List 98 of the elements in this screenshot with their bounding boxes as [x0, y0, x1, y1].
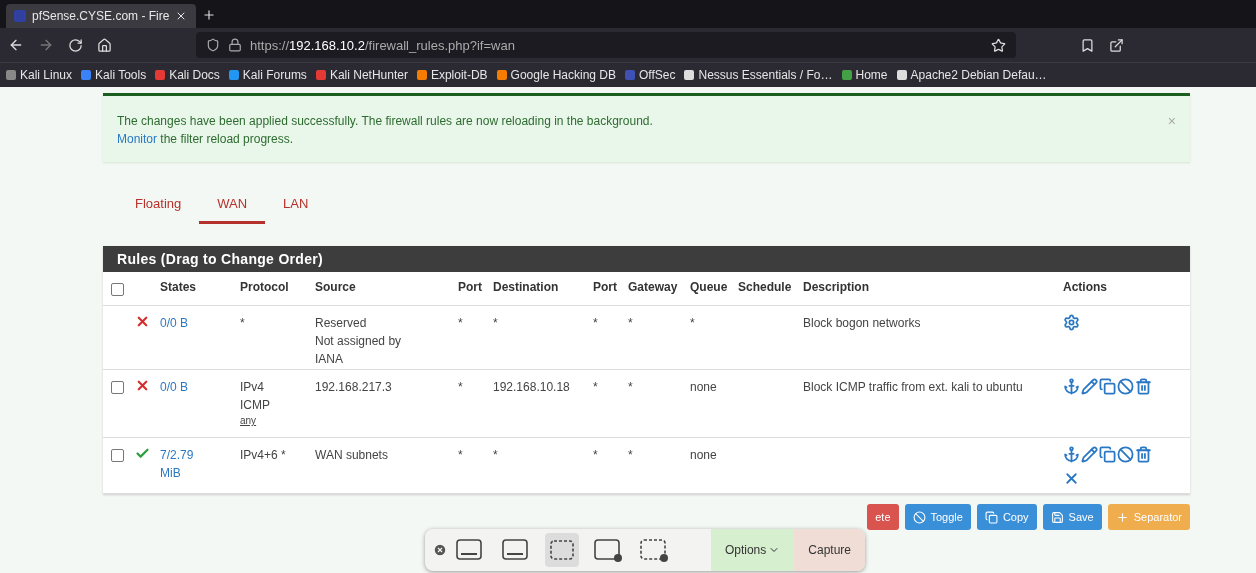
table-cell-text: Block bogon networks: [803, 315, 922, 332]
table-cell-text: *: [628, 447, 634, 464]
table-cell-text: *: [493, 315, 499, 332]
ban-icon: [912, 510, 926, 524]
table-cell-text: Not assigned by: [315, 333, 402, 350]
bookmark-link[interactable]: Home: [841, 68, 888, 82]
column-header: Actions: [1063, 280, 1108, 296]
table-cell-text: IPv4+6 *: [240, 447, 286, 464]
back-icon[interactable]: [8, 37, 24, 53]
record-screen-icon[interactable]: [593, 537, 623, 563]
bookmark-link[interactable]: Nessus Essentials / Fo…: [684, 68, 833, 82]
table-cell-text: *: [593, 315, 599, 332]
table-cell-text: IPv4: [240, 379, 264, 396]
table-cell-text: IANA: [315, 351, 343, 368]
bookmark-link[interactable]: Google Hacking DB: [496, 68, 616, 82]
bookmark-link[interactable]: Apache2 Debian Defau…: [896, 68, 1047, 82]
bookmark-link[interactable]: OffSec: [625, 68, 676, 82]
column-header: Queue: [690, 280, 729, 296]
lock-icon: [228, 38, 242, 52]
table-cell-text: Reserved: [315, 315, 367, 332]
states-link[interactable]: 0/0 B: [160, 378, 210, 437]
ban-icon[interactable]: [1117, 446, 1134, 463]
anchor-icon[interactable]: [1063, 446, 1080, 463]
table-cell-text: *: [628, 379, 634, 396]
table-cell-text: *: [493, 447, 499, 464]
bookmark-link[interactable]: Kali Forums: [228, 68, 307, 82]
delete-button[interactable]: ete: [867, 504, 899, 530]
table-cell-text: *: [458, 379, 464, 396]
address-bar[interactable]: https://192.168.10.2/firewall_rules.php?if=wan: [196, 32, 1016, 58]
monitor-link[interactable]: Monitor: [117, 132, 157, 146]
window-icon[interactable]: [501, 537, 531, 563]
interface-tab[interactable]: Floating: [117, 190, 200, 224]
table-cell-text: *: [458, 447, 464, 464]
column-header: Description: [803, 280, 870, 296]
table-cell-text: *: [593, 447, 599, 464]
copy-icon[interactable]: [1099, 378, 1116, 395]
states-link[interactable]: 7/2.79 MiB: [160, 446, 210, 493]
column-header: Port: [458, 280, 483, 296]
table-cell-text: none: [690, 379, 718, 396]
column-header: Schedule: [738, 280, 793, 296]
column-header: States: [160, 280, 198, 296]
table-cell-text: none: [690, 447, 718, 464]
column-header: Port: [593, 280, 618, 296]
table-cell-text: WAN subnets: [315, 447, 388, 464]
forward-icon[interactable]: [38, 37, 54, 53]
settings-icon[interactable]: [1063, 314, 1080, 331]
column-header: Source: [315, 280, 357, 296]
table-cell-text: 192.168.217.3: [315, 379, 392, 396]
column-header: Gateway: [628, 280, 679, 296]
row-checkbox[interactable]: [111, 449, 124, 462]
bookmark-link[interactable]: Exploit-DB: [416, 68, 488, 82]
table-cell-text: Block ICMP traffic from ext. kali to ubuntu: [803, 379, 1024, 396]
select-all-checkbox[interactable]: [111, 283, 124, 296]
bookmark-link[interactable]: Kali NetHunter: [315, 68, 408, 82]
bookmark-link[interactable]: Kali Linux: [6, 68, 73, 82]
options-button[interactable]: Options: [710, 529, 795, 571]
anchor-icon[interactable]: [1063, 378, 1080, 395]
new-tab-icon[interactable]: [202, 8, 216, 22]
reload-icon[interactable]: [68, 37, 83, 53]
capture-button[interactable]: Capture: [794, 529, 865, 571]
selection-button[interactable]: [545, 533, 579, 567]
plus-icon: [1115, 510, 1129, 524]
pencil-icon[interactable]: [1081, 446, 1098, 463]
copy-icon[interactable]: [1099, 446, 1116, 463]
close-icon[interactable]: [433, 543, 447, 557]
panel-title: Rules (Drag to Change Order): [103, 246, 1190, 272]
record-selection-icon[interactable]: [639, 537, 669, 563]
screen-icon[interactable]: [455, 537, 485, 563]
table-cell-text: *: [628, 315, 634, 332]
share-icon[interactable]: [1109, 37, 1124, 53]
pencil-icon[interactable]: [1081, 378, 1098, 395]
table-cell-text: ICMP: [240, 397, 270, 414]
star-icon[interactable]: [991, 37, 1006, 53]
alert-message: The changes have been applied successfully. The firewall rules are now reloading in the background. Monitor the filter reload progress.: [117, 113, 653, 148]
column-header: Destination: [493, 280, 560, 296]
bookmark-link[interactable]: Kali Docs: [155, 68, 220, 82]
port-link[interactable]: any: [240, 414, 257, 428]
table-cell-text: 192.168.10.18: [493, 379, 571, 396]
cross-icon[interactable]: [1063, 470, 1080, 487]
favicon-icon: [14, 10, 26, 22]
table-cell-text: *: [240, 315, 245, 332]
states-link[interactable]: 0/0 B: [160, 314, 210, 369]
floppy-icon: [1050, 510, 1064, 524]
interface-tab[interactable]: LAN: [265, 190, 327, 224]
table-cell-text: *: [593, 379, 599, 396]
table-cell-text: *: [458, 315, 464, 332]
trash-icon[interactable]: [1135, 446, 1152, 463]
bookmark-link[interactable]: Kali Tools: [81, 68, 147, 82]
copy-icon: [984, 510, 998, 524]
row-checkbox[interactable]: [111, 381, 124, 394]
interface-tab[interactable]: WAN: [199, 190, 266, 224]
shield-icon: [206, 38, 220, 52]
home-icon[interactable]: [97, 37, 112, 53]
column-header: Protocol: [240, 280, 290, 296]
ban-icon[interactable]: [1117, 378, 1134, 395]
browser-tab[interactable]: pfSense.CYSE.com - Fire: [6, 4, 196, 28]
trash-icon[interactable]: [1135, 378, 1152, 395]
table-cell-text: *: [690, 315, 696, 332]
